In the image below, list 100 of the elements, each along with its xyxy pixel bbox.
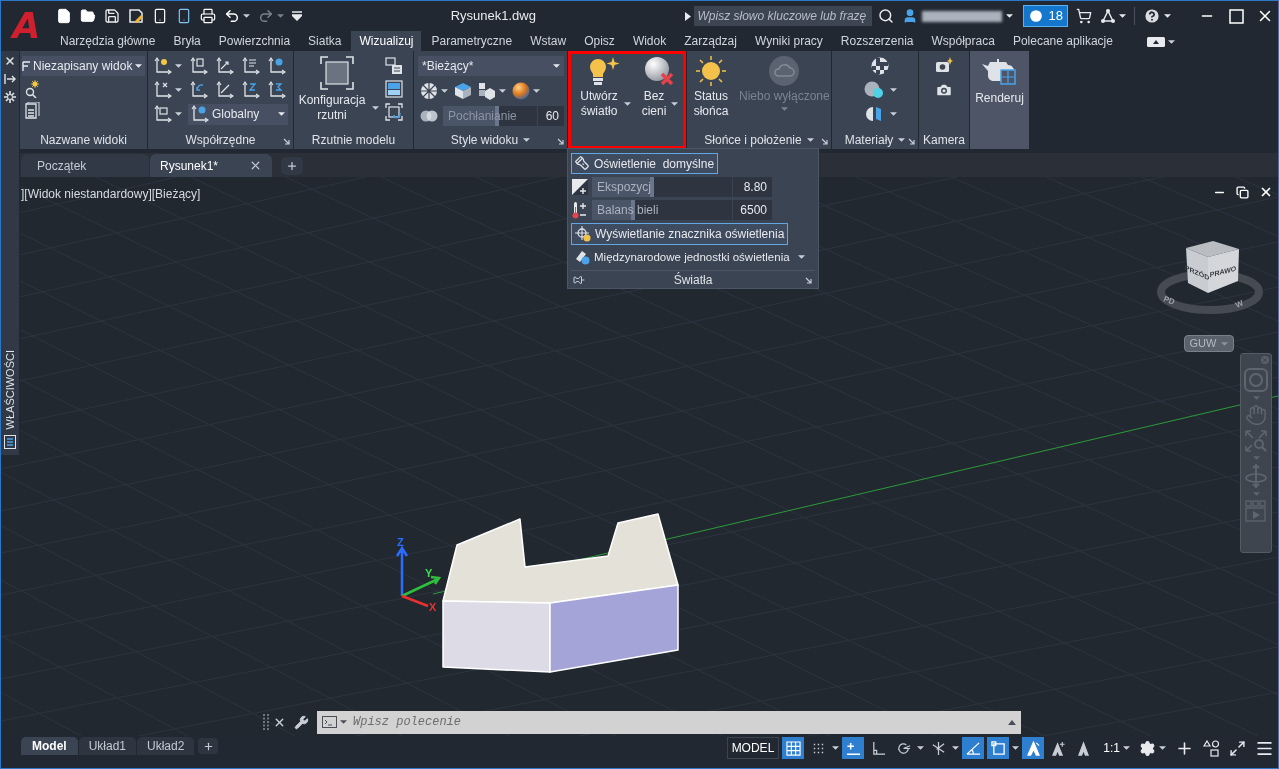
model-space-button[interactable]: MODEL <box>726 737 780 759</box>
exposure-icon[interactable] <box>571 178 589 197</box>
caret-icon[interactable] <box>175 87 182 92</box>
create-light-button[interactable]: Utwórz światło <box>576 51 631 130</box>
blocks-icon[interactable] <box>478 82 496 100</box>
command-input[interactable]: Wpisz polecenie <box>317 710 1021 734</box>
palette-title[interactable]: WŁAŚCIWOŚCI <box>1 349 19 429</box>
caret-up-icon[interactable] <box>1008 719 1016 725</box>
ribbon-tab[interactable]: Zarządzaj <box>676 31 745 51</box>
caret-icon[interactable] <box>340 720 347 724</box>
new-layout-button[interactable] <box>198 738 219 754</box>
ribbon-tab[interactable]: Narzędzia główne <box>52 31 164 51</box>
settings-icon[interactable] <box>1139 739 1156 757</box>
crosshair-bulb-icon[interactable] <box>575 226 591 242</box>
grip-icon[interactable] <box>263 713 269 731</box>
file-tab[interactable]: Początek <box>21 154 149 177</box>
save-icon[interactable] <box>104 8 120 24</box>
axes-icon[interactable] <box>190 80 208 99</box>
caret-icon[interactable] <box>952 746 960 750</box>
slider-fill[interactable] <box>592 200 636 221</box>
search-icon[interactable] <box>877 8 894 24</box>
sun-icon[interactable] <box>695 56 727 86</box>
axes-icon[interactable] <box>242 80 260 99</box>
viewport-layout-icon[interactable] <box>385 57 403 75</box>
close-icon[interactable] <box>249 159 262 172</box>
ribbon-tab[interactable]: Parametryczne <box>423 31 521 51</box>
caret-icon[interactable] <box>1164 14 1171 18</box>
new-tab-button[interactable] <box>281 157 303 175</box>
network-icon[interactable] <box>1100 8 1116 24</box>
help-icon[interactable] <box>1143 7 1161 25</box>
caret-icon[interactable] <box>175 63 182 68</box>
axes-icon[interactable] <box>154 56 172 75</box>
ribbon-tab[interactable]: Polecane aplikacje <box>1004 31 1121 51</box>
settings-icon[interactable] <box>4 91 16 103</box>
caret-icon[interactable] <box>1159 746 1166 750</box>
teapot-icon[interactable] <box>981 56 1018 88</box>
axes-icon[interactable] <box>268 80 286 99</box>
ribbon-tab[interactable]: Wizualizuj <box>351 31 422 51</box>
visual-style-dropdown[interactable]: *Bieżący* <box>418 56 564 76</box>
plus-icon[interactable] <box>202 740 214 752</box>
wrench-icon[interactable] <box>294 714 309 730</box>
sphere-cross-icon[interactable] <box>643 56 674 86</box>
axes-icon[interactable] <box>268 56 286 75</box>
launcher-icon[interactable] <box>557 138 564 145</box>
caret-icon[interactable] <box>917 746 925 750</box>
compass-label[interactable]: W <box>1234 298 1245 310</box>
ribbon-tab[interactable]: Wstaw <box>522 31 575 51</box>
caret-icon[interactable] <box>1005 14 1013 18</box>
axes-icon[interactable] <box>191 105 209 123</box>
close-icon[interactable] <box>4 55 16 67</box>
properties-icon[interactable] <box>4 435 16 449</box>
save-as-icon[interactable] <box>128 8 144 24</box>
redo-icon[interactable] <box>258 8 274 24</box>
new-file-icon[interactable] <box>56 8 72 24</box>
ribbon-tab[interactable]: Powierzchnia <box>210 31 299 51</box>
launcher-icon[interactable] <box>821 138 828 145</box>
ribbon-tab[interactable]: Opisz <box>576 31 623 51</box>
caret-icon[interactable] <box>499 89 506 93</box>
axes-icon[interactable] <box>242 56 260 75</box>
thermometer-icon[interactable] <box>571 201 589 220</box>
scale-button[interactable]: 1:1 <box>1101 737 1132 759</box>
arrow-into-icon[interactable] <box>4 73 16 85</box>
axes-icon[interactable] <box>216 80 234 99</box>
caret-icon[interactable] <box>441 89 448 93</box>
caret-icon[interactable] <box>533 89 540 93</box>
units-icon[interactable] <box>1203 739 1220 757</box>
view-dropdown[interactable]: Niezapisany widok <box>22 56 145 76</box>
flashlight-globe-icon[interactable] <box>574 249 590 266</box>
caret-icon[interactable] <box>889 112 897 116</box>
caret-icon[interactable] <box>832 746 840 750</box>
device-upload-icon[interactable] <box>176 8 192 24</box>
command-field[interactable]: Wpisz polecenie <box>353 713 1005 731</box>
caret-icon[interactable] <box>1119 14 1126 18</box>
viewport-split-icon[interactable] <box>385 80 403 98</box>
camera-sparkle-icon[interactable] <box>935 57 953 73</box>
ribbon-tab[interactable]: Współpraca <box>923 31 1003 51</box>
layout-tab[interactable]: Układ1 <box>78 737 137 755</box>
pin-icon[interactable] <box>573 274 585 286</box>
caret-icon[interactable] <box>553 64 560 68</box>
caret-icon[interactable] <box>898 137 906 142</box>
slider-track[interactable]: Ekspozycj <box>592 177 732 198</box>
terminal-icon[interactable] <box>322 716 337 728</box>
caret-icon[interactable] <box>797 255 805 260</box>
layout-tab[interactable]: Model <box>21 737 78 755</box>
caret-icon[interactable] <box>624 102 631 106</box>
list-icon[interactable] <box>22 61 30 71</box>
layout-tab[interactable]: Układ2 <box>137 737 195 755</box>
caret-icon[interactable] <box>523 137 531 142</box>
ribbon-tab[interactable]: Rozszerzenia <box>832 31 922 51</box>
cart-icon[interactable] <box>1076 8 1092 24</box>
ribbon-tab[interactable]: Siatka <box>300 31 350 51</box>
launcher-icon[interactable] <box>805 277 812 284</box>
viewport-config-button[interactable]: Konfiguracja rzutni <box>294 51 379 130</box>
shadows-button[interactable]: Bez cieni <box>639 51 678 130</box>
viewport-restore-icon[interactable] <box>385 103 403 121</box>
caret-icon[interactable] <box>671 102 678 106</box>
viewport-label[interactable]: ][Widok niestandardowy][Bieżący] <box>21 185 201 203</box>
clock-icon[interactable] <box>1027 8 1044 24</box>
caret-icon[interactable] <box>806 137 814 142</box>
maximize-icon[interactable] <box>1229 8 1244 24</box>
